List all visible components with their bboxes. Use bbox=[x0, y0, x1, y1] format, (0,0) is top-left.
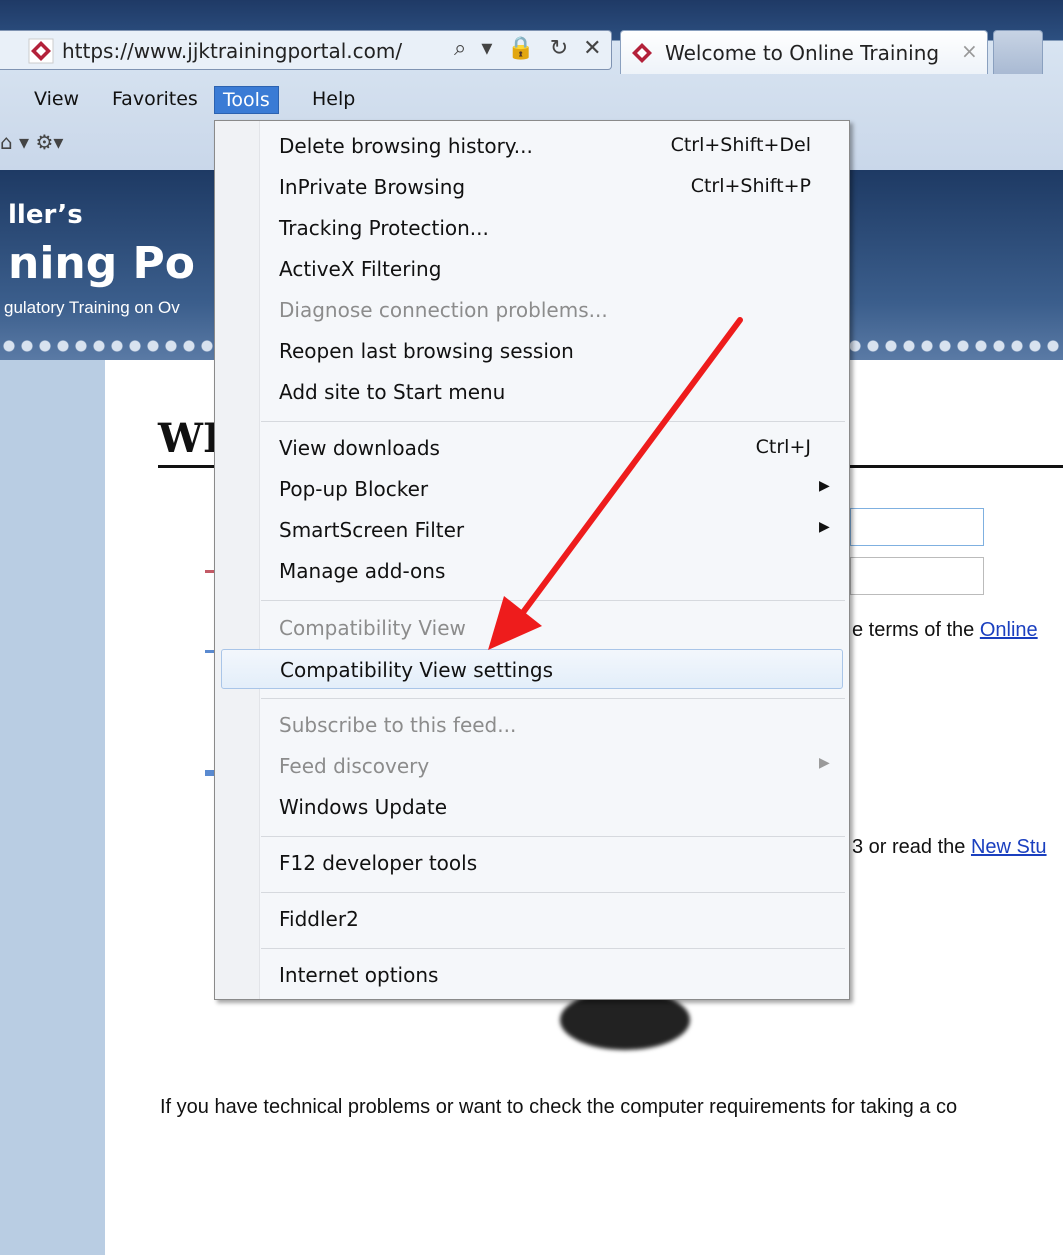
menu-item-label: Windows Update bbox=[279, 795, 448, 819]
menu-item-windows-update[interactable]: Windows Update bbox=[215, 787, 849, 827]
new-tab-button[interactable] bbox=[993, 30, 1043, 74]
menu-item-subscribe-feed: Subscribe to this feed... bbox=[215, 705, 849, 745]
site-favicon-icon bbox=[28, 38, 54, 68]
menu-item-label: Fiddler2 bbox=[279, 907, 359, 931]
tab-title: Welcome to Online Training bbox=[665, 41, 940, 65]
menu-item-label: Internet options bbox=[279, 963, 439, 987]
menu-item-feed-discovery: Feed discovery ▶ bbox=[215, 746, 849, 786]
menu-item-label: Delete browsing history... bbox=[279, 134, 533, 158]
footer-text: If you have technical problems or want t… bbox=[160, 1096, 958, 1118]
left-sidebar bbox=[0, 360, 105, 1255]
terms-prefix: e terms of the bbox=[852, 619, 980, 641]
menu-item-label: Compatibility View settings bbox=[280, 658, 554, 682]
tab-favicon-icon bbox=[629, 40, 655, 70]
menu-help[interactable]: Help bbox=[304, 86, 363, 112]
menu-item-fiddler2[interactable]: Fiddler2 bbox=[215, 899, 849, 939]
menu-separator bbox=[261, 892, 845, 893]
menu-item-label: Subscribe to this feed... bbox=[279, 713, 517, 737]
menu-bar: View Favorites Tools Help bbox=[0, 80, 1063, 120]
menu-item-shortcut: Ctrl+Shift+P bbox=[690, 175, 811, 197]
banner-tagline: gulatory Training on Ov bbox=[4, 298, 180, 317]
menu-item-shortcut: Ctrl+Shift+Del bbox=[670, 134, 811, 156]
menu-favorites[interactable]: Favorites bbox=[104, 86, 206, 112]
tab-close-icon[interactable]: × bbox=[961, 39, 978, 63]
menu-item-label: Manage add-ons bbox=[279, 559, 446, 583]
menu-separator bbox=[261, 698, 845, 699]
new-student-link[interactable]: New Stu bbox=[971, 836, 1047, 858]
menu-item-tracking-protection[interactable]: Tracking Protection... bbox=[215, 208, 849, 248]
password-input[interactable] bbox=[850, 557, 984, 595]
menu-item-label: F12 developer tools bbox=[279, 851, 478, 875]
menu-view[interactable]: View bbox=[26, 86, 87, 112]
menu-item-label: Pop-up Blocker bbox=[279, 477, 429, 501]
terms-link[interactable]: Online bbox=[980, 619, 1038, 641]
menu-item-label: Tracking Protection... bbox=[279, 216, 489, 240]
menu-item-delete-history[interactable]: Delete browsing history... Ctrl+Shift+De… bbox=[215, 126, 849, 166]
menu-item-inprivate[interactable]: InPrivate Browsing Ctrl+Shift+P bbox=[215, 167, 849, 207]
banner-title: ning Po bbox=[8, 238, 196, 289]
menu-item-internet-options[interactable]: Internet options bbox=[215, 955, 849, 995]
menu-item-activex-filtering[interactable]: ActiveX Filtering bbox=[215, 249, 849, 289]
username-input[interactable] bbox=[850, 508, 984, 546]
menu-item-label: InPrivate Browsing bbox=[279, 175, 466, 199]
menu-item-label: View downloads bbox=[279, 436, 440, 460]
banner-line-1: ller’s bbox=[8, 200, 83, 230]
address-url[interactable]: https://www.jjktrainingportal.com/ bbox=[62, 39, 402, 63]
submenu-arrow-icon: ▶ bbox=[819, 519, 830, 535]
menu-item-f12-dev-tools[interactable]: F12 developer tools bbox=[215, 843, 849, 883]
read-text: 3 or read the New Stu bbox=[852, 836, 1047, 859]
menu-item-label: Compatibility View bbox=[279, 616, 466, 640]
read-prefix: 3 or read the bbox=[852, 836, 971, 858]
address-bar[interactable]: https://www.jjktrainingportal.com/ ⌕ ▾ 🔒… bbox=[0, 30, 612, 70]
menu-separator bbox=[261, 948, 845, 949]
menu-tools[interactable]: Tools bbox=[214, 86, 279, 114]
menu-separator bbox=[261, 836, 845, 837]
submenu-arrow-icon: ▶ bbox=[819, 755, 830, 771]
annotation-arrow-icon bbox=[488, 317, 743, 650]
terms-text: e terms of the Online bbox=[852, 619, 1038, 642]
command-bar-icons[interactable]: ⌂ ▾ ⚙▾ bbox=[0, 130, 63, 154]
submenu-arrow-icon: ▶ bbox=[819, 478, 830, 494]
menu-item-shortcut: Ctrl+J bbox=[755, 436, 811, 458]
menu-item-label: SmartScreen Filter bbox=[279, 518, 465, 542]
tab-welcome[interactable]: Welcome to Online Training × bbox=[620, 30, 988, 74]
menu-item-label: Feed discovery bbox=[279, 754, 430, 778]
address-tools-icons[interactable]: ⌕ ▾ 🔒 ↻ ✕ bbox=[454, 36, 606, 61]
menu-item-label: ActiveX Filtering bbox=[279, 257, 442, 281]
